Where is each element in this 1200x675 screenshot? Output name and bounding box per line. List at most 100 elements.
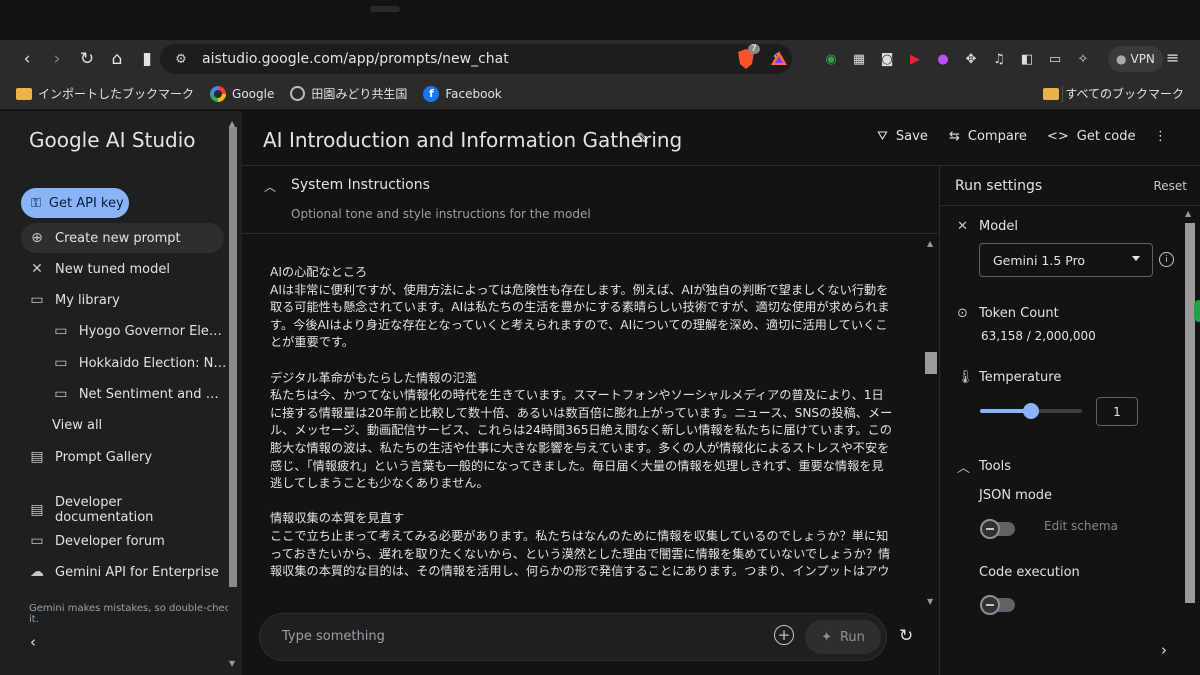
sidebar-link-docs[interactable]: ▤ Developer documentation [21, 495, 224, 525]
sidebar-item-library[interactable]: ▭ My library [21, 285, 224, 315]
bookmark-google[interactable]: Google [210, 85, 274, 102]
sidebar-link-enterprise[interactable]: ☁ Gemini API for Enterprise [21, 557, 224, 587]
sidebar-link-forum[interactable]: ▭ Developer forum [21, 526, 224, 556]
url-text[interactable]: aistudio.google.com/app/prompts/new_chat [202, 51, 732, 67]
tools-section[interactable]: ︿ Tools [957, 457, 1011, 476]
system-instructions-placeholder[interactable]: Optional tone and style instructions for… [291, 207, 591, 221]
temperature-input[interactable]: 1 [1096, 397, 1138, 426]
paragraph-heading: 情報収集の本質を見直す [270, 511, 405, 526]
toggle-knob [980, 595, 1000, 615]
sidebar-item-create-prompt[interactable]: ⊕ Create new prompt [21, 223, 224, 253]
home-icon[interactable]: ⌂ [102, 44, 132, 74]
paragraph-line: とが重要です。 [270, 335, 355, 350]
content-scroll-thumb[interactable] [925, 352, 937, 374]
bookmark-denen[interactable]: 田園みどり共生国 [290, 85, 407, 102]
brave-badge: 7 [748, 44, 760, 54]
brave-rewards-icon[interactable] [770, 50, 788, 66]
puzzle-icon[interactable]: ✥ [960, 48, 982, 70]
vpn-button[interactable]: ● VPN [1108, 46, 1163, 72]
gallery-icon: ▤ [30, 449, 44, 465]
paragraph-line: 取る可能性も懸念されています。AIは私たちの生活を豊かにする素晴らしい技術ですが… [270, 300, 890, 315]
all-bookmarks[interactable]: すべてのブックマーク [1043, 85, 1184, 102]
code-execution-toggle[interactable] [980, 595, 1015, 615]
camera-icon[interactable]: ◙ [876, 48, 898, 70]
info-icon[interactable]: i [1159, 252, 1174, 267]
view-all-label: View all [52, 417, 103, 433]
system-instructions[interactable]: ︿ System Instructions Optional tone and … [242, 166, 939, 234]
sidebar-item-tuned-model[interactable]: ✕ New tuned model [21, 254, 224, 284]
brand-title[interactable]: Google AI Studio [29, 128, 196, 152]
chevron-up-icon[interactable]: ︿ [264, 178, 276, 195]
page-title[interactable]: AI Introduction and Information Gatherin… [263, 128, 682, 152]
save-button[interactable]: ⛛ Save [877, 129, 928, 144]
paragraph-line: ここで立ち止まって考えてみる必要があります。私たちはなんのために情報を収集してい… [270, 528, 889, 543]
bookmark-facebook[interactable]: f Facebook [423, 85, 502, 102]
ai-studio-app: Google AI Studio ⚿ Get API key ⊕ Create ne… [0, 111, 1200, 675]
sidebar-item-prompt-gallery[interactable]: ▤ Prompt Gallery [21, 442, 224, 472]
scroll-down-icon[interactable]: ▼ [229, 659, 235, 668]
settings-scrollbar[interactable]: ▲ [1183, 209, 1195, 675]
music-icon[interactable]: ♫ [988, 48, 1010, 70]
youtube-extension-icon[interactable]: ▶ [904, 48, 926, 70]
json-mode-label: JSON mode [979, 488, 1053, 503]
refresh-icon[interactable]: ↻ [899, 626, 913, 646]
model-select[interactable]: Gemini 1.5 Pro [979, 243, 1153, 277]
save-icon: ⛛ [877, 129, 888, 144]
json-mode-toggle[interactable] [980, 519, 1015, 539]
prompt-input-placeholder[interactable]: Type something [282, 629, 385, 644]
collapse-sidebar-icon[interactable]: ‹ [30, 633, 36, 651]
temperature-slider[interactable] [980, 403, 1082, 419]
compare-button[interactable]: ⇆ Compare [949, 129, 1027, 144]
wallet-icon[interactable]: ▭ [1044, 48, 1066, 70]
leo-ai-icon[interactable]: ✧ [1072, 48, 1094, 70]
scroll-up-icon[interactable]: ▲ [1185, 209, 1191, 218]
extension-green-icon[interactable]: ◉ [820, 48, 842, 70]
paragraph-line: 私たちは今、かつてない情報化の時代を生きています。スマートフォンやソーシャルメデ… [270, 388, 884, 403]
scroll-up-icon[interactable]: ▲ [927, 239, 933, 248]
address-bar[interactable]: ⚙ aistudio.google.com/app/prompts/new_ch… [160, 44, 792, 74]
back-icon[interactable]: ‹ [12, 44, 42, 74]
content-scrollbar[interactable]: ▲ ▼ [925, 239, 937, 609]
site-settings-icon[interactable]: ⚙ [166, 52, 196, 67]
extensions-bar: ◉ ▦ ◙ ▶ ● ✥ ♫ ◧ ▭ ✧ [820, 48, 1094, 70]
forward-icon[interactable]: › [42, 44, 72, 74]
disclaimer: Gemini makes mistakes, so double-check i… [29, 603, 236, 625]
sidebar-icon[interactable]: ◧ [1016, 48, 1038, 70]
edge-indicator [1194, 300, 1200, 322]
add-media-icon[interactable]: + [774, 625, 794, 645]
bookmark-icon[interactable]: ▮ [132, 44, 162, 74]
prompt-input[interactable]: Type something + ✦ Run [259, 613, 887, 661]
get-api-key-button[interactable]: ⚿ Get API key [21, 188, 129, 218]
library-item[interactable]: ▭ Net Sentiment and Hokkai… [45, 379, 227, 409]
all-bookmarks-label: すべてのブックマーク [1065, 87, 1184, 101]
slider-knob[interactable] [1023, 403, 1039, 419]
run-settings-header: Run settings Reset [940, 166, 1200, 206]
run-label: Run [839, 629, 865, 645]
bookmark-label: Facebook [445, 86, 502, 101]
vpn-status-icon: ● [1116, 52, 1127, 66]
edit-title-icon[interactable]: ✎ [636, 129, 649, 148]
reload-icon[interactable]: ↻ [72, 44, 102, 74]
paragraph-line: 逃してしまうことも少なくありません。 [270, 476, 489, 491]
reset-button[interactable]: Reset [1153, 179, 1187, 193]
paragraph-line: す。今後AIはより身近な存在となっていくと考えられますので、AIについての理解を… [270, 317, 888, 332]
scroll-down-icon[interactable]: ▼ [927, 597, 933, 606]
sidebar-item-label: Create new prompt [55, 230, 181, 246]
chat-extension-icon[interactable]: ● [932, 48, 954, 70]
browser-menu-icon[interactable]: ≡ [1166, 48, 1179, 67]
model-section: ✕ Model [957, 219, 1018, 234]
edit-schema-button[interactable]: Edit schema [1044, 519, 1118, 533]
get-code-button[interactable]: <> Get code [1047, 129, 1135, 144]
sidebar-scroll-thumb[interactable] [229, 127, 237, 587]
sidebar-scrollbar[interactable]: ▲ ▼ [228, 119, 238, 675]
settings-scroll-thumb[interactable] [1185, 223, 1195, 603]
view-all-link[interactable]: View all [21, 410, 224, 440]
qr-code-icon[interactable]: ▦ [848, 48, 870, 70]
chat-icon: ▭ [54, 355, 68, 371]
library-item[interactable]: ▭ Hokkaido Election: Net Se… [45, 348, 227, 378]
chevron-right-icon[interactable]: › [1161, 641, 1167, 659]
more-options-icon[interactable]: ⋮ [1154, 129, 1167, 144]
run-button[interactable]: ✦ Run [805, 620, 881, 654]
bookmark-imported[interactable]: インポートしたブックマーク [16, 85, 194, 102]
library-item[interactable]: ▭ Hyogo Governor Election Res… [45, 316, 227, 346]
